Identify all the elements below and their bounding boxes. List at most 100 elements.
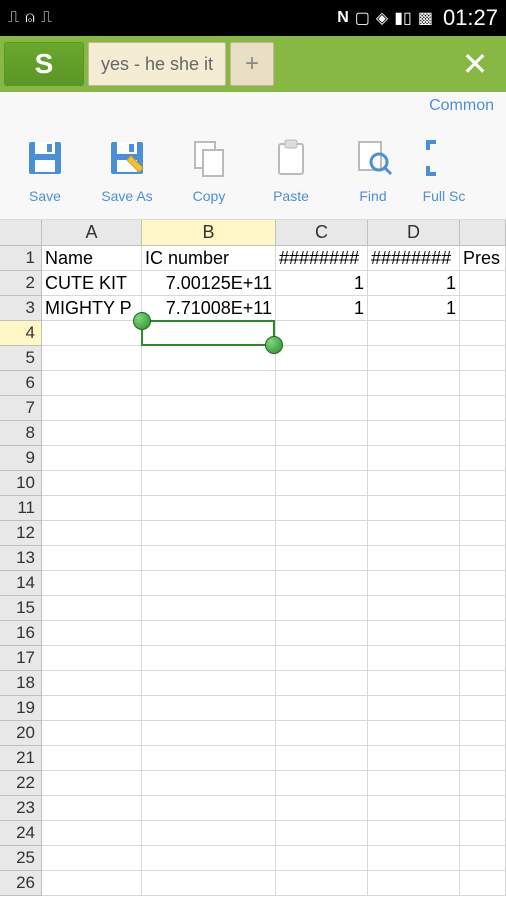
cell-E24[interactable]: [460, 821, 506, 846]
cell-D11[interactable]: [368, 496, 460, 521]
cell-C6[interactable]: [276, 371, 368, 396]
cell-A6[interactable]: [42, 371, 142, 396]
cell-A5[interactable]: [42, 346, 142, 371]
cell-A1[interactable]: Name: [42, 246, 142, 271]
cell-B14[interactable]: [142, 571, 276, 596]
cell-B24[interactable]: [142, 821, 276, 846]
cell-A21[interactable]: [42, 746, 142, 771]
row-header-20[interactable]: 20: [0, 721, 42, 746]
cell-B16[interactable]: [142, 621, 276, 646]
cell-D24[interactable]: [368, 821, 460, 846]
cell-B10[interactable]: [142, 471, 276, 496]
cell-B19[interactable]: [142, 696, 276, 721]
cell-D1[interactable]: ########: [368, 246, 460, 271]
row-header-21[interactable]: 21: [0, 746, 42, 771]
cell-B3[interactable]: 7.71008E+11: [142, 296, 276, 321]
cell-E7[interactable]: [460, 396, 506, 421]
cell-D19[interactable]: [368, 696, 460, 721]
cell-B2[interactable]: 7.00125E+11: [142, 271, 276, 296]
cell-C18[interactable]: [276, 671, 368, 696]
cell-A2[interactable]: CUTE KIT: [42, 271, 142, 296]
cell-B23[interactable]: [142, 796, 276, 821]
cell-D17[interactable]: [368, 646, 460, 671]
spreadsheet[interactable]: ABCD1NameIC number################Pres2C…: [0, 220, 506, 900]
cell-C4[interactable]: [276, 321, 368, 346]
cell-E26[interactable]: [460, 871, 506, 896]
cell-E13[interactable]: [460, 546, 506, 571]
row-header-15[interactable]: 15: [0, 596, 42, 621]
cell-E23[interactable]: [460, 796, 506, 821]
row-header-26[interactable]: 26: [0, 871, 42, 896]
cell-A24[interactable]: [42, 821, 142, 846]
cell-D6[interactable]: [368, 371, 460, 396]
cell-C14[interactable]: [276, 571, 368, 596]
cell-C1[interactable]: ########: [276, 246, 368, 271]
cell-A10[interactable]: [42, 471, 142, 496]
cell-B12[interactable]: [142, 521, 276, 546]
cell-D16[interactable]: [368, 621, 460, 646]
cell-E9[interactable]: [460, 446, 506, 471]
cell-C7[interactable]: [276, 396, 368, 421]
cell-C2[interactable]: 1: [276, 271, 368, 296]
row-header-18[interactable]: 18: [0, 671, 42, 696]
cell-C9[interactable]: [276, 446, 368, 471]
cell-E16[interactable]: [460, 621, 506, 646]
cell-A12[interactable]: [42, 521, 142, 546]
row-header-25[interactable]: 25: [0, 846, 42, 871]
cell-D7[interactable]: [368, 396, 460, 421]
cell-B26[interactable]: [142, 871, 276, 896]
cell-E4[interactable]: [460, 321, 506, 346]
cell-A19[interactable]: [42, 696, 142, 721]
cell-E15[interactable]: [460, 596, 506, 621]
cell-B1[interactable]: IC number: [142, 246, 276, 271]
cell-C5[interactable]: [276, 346, 368, 371]
cell-B22[interactable]: [142, 771, 276, 796]
cell-B17[interactable]: [142, 646, 276, 671]
cell-C3[interactable]: 1: [276, 296, 368, 321]
row-header-6[interactable]: 6: [0, 371, 42, 396]
cell-A15[interactable]: [42, 596, 142, 621]
find-button[interactable]: Find: [332, 136, 414, 204]
new-tab-button[interactable]: +: [230, 42, 274, 86]
cell-E17[interactable]: [460, 646, 506, 671]
cell-D14[interactable]: [368, 571, 460, 596]
row-header-2[interactable]: 2: [0, 271, 42, 296]
cell-A14[interactable]: [42, 571, 142, 596]
cell-D18[interactable]: [368, 671, 460, 696]
cell-B5[interactable]: [142, 346, 276, 371]
cell-A11[interactable]: [42, 496, 142, 521]
row-header-8[interactable]: 8: [0, 421, 42, 446]
cell-D15[interactable]: [368, 596, 460, 621]
cell-B7[interactable]: [142, 396, 276, 421]
cell-D3[interactable]: 1: [368, 296, 460, 321]
cell-D8[interactable]: [368, 421, 460, 446]
cell-E18[interactable]: [460, 671, 506, 696]
cell-C19[interactable]: [276, 696, 368, 721]
cell-E11[interactable]: [460, 496, 506, 521]
row-header-14[interactable]: 14: [0, 571, 42, 596]
row-header-3[interactable]: 3: [0, 296, 42, 321]
cell-B11[interactable]: [142, 496, 276, 521]
cell-A23[interactable]: [42, 796, 142, 821]
cell-D5[interactable]: [368, 346, 460, 371]
row-header-23[interactable]: 23: [0, 796, 42, 821]
cell-D13[interactable]: [368, 546, 460, 571]
row-header-7[interactable]: 7: [0, 396, 42, 421]
cell-E19[interactable]: [460, 696, 506, 721]
cell-D2[interactable]: 1: [368, 271, 460, 296]
cell-E21[interactable]: [460, 746, 506, 771]
cell-D21[interactable]: [368, 746, 460, 771]
close-button[interactable]: ✕: [454, 43, 496, 85]
cell-C17[interactable]: [276, 646, 368, 671]
cell-E5[interactable]: [460, 346, 506, 371]
row-header-12[interactable]: 12: [0, 521, 42, 546]
cell-D4[interactable]: [368, 321, 460, 346]
cell-C20[interactable]: [276, 721, 368, 746]
col-header-C[interactable]: C: [276, 220, 368, 246]
col-header-D[interactable]: D: [368, 220, 460, 246]
cell-B4[interactable]: [142, 321, 276, 346]
cell-B20[interactable]: [142, 721, 276, 746]
cell-D22[interactable]: [368, 771, 460, 796]
row-header-9[interactable]: 9: [0, 446, 42, 471]
cell-E10[interactable]: [460, 471, 506, 496]
